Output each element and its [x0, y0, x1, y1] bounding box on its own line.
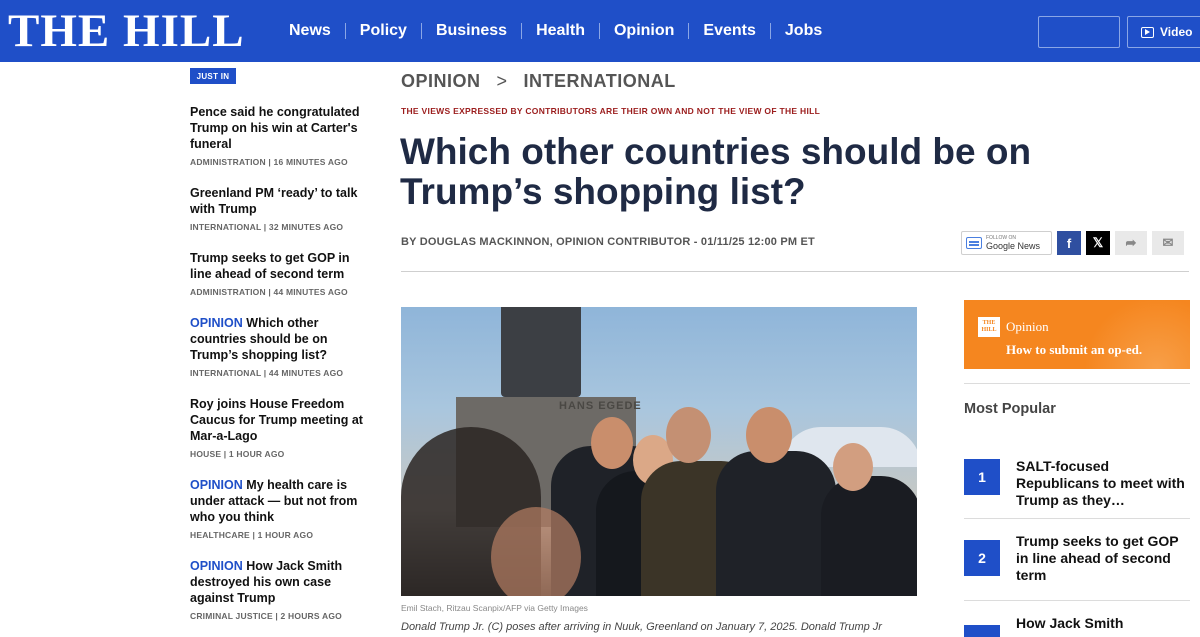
rank-badge: 2: [964, 540, 1000, 576]
breadcrumb-separator: >: [496, 71, 508, 91]
facebook-icon: f: [1066, 235, 1072, 251]
share-forward-button[interactable]: ➦: [1115, 231, 1147, 255]
just-in-meta: ADMINISTRATION | 16 MINUTES AGO: [190, 157, 348, 167]
site-logo[interactable]: THE HILL: [8, 6, 245, 56]
just-in-list: Pence said he congratulated Trump on his…: [190, 104, 370, 621]
rail-divider: [964, 383, 1190, 384]
site-header: THE HILL News Policy Business Health Opi…: [0, 0, 1200, 62]
article-photo[interactable]: HANS EGEDE: [401, 307, 917, 596]
opinion-tag: OPINION: [190, 478, 243, 492]
byline-divider: [401, 271, 1189, 272]
facebook-share-button[interactable]: f: [1057, 231, 1081, 255]
just-in-meta: HEALTHCARE | 1 HOUR AGO: [190, 530, 314, 540]
nav-opinion[interactable]: Opinion: [600, 22, 688, 40]
nav-health[interactable]: Health: [522, 22, 599, 40]
mail-icon: ✉: [1162, 235, 1174, 250]
just-in-headline[interactable]: Roy joins House Freedom Caucus for Trump…: [190, 396, 370, 444]
just-in-headline[interactable]: OPINION How Jack Smith destroyed his own…: [190, 558, 370, 606]
photo-caption: Donald Trump Jr. (C) poses after arrivin…: [401, 621, 882, 633]
just-in-headline[interactable]: Pence said he congratulated Trump on his…: [190, 104, 370, 152]
most-popular-item[interactable]: 1 SALT-focused Republicans to meet with …: [964, 458, 1190, 509]
just-in-meta: ADMINISTRATION | 44 MINUTES AGO: [190, 287, 348, 297]
most-popular-headline[interactable]: How Jack Smith: [1016, 615, 1123, 637]
x-share-button[interactable]: 𝕏: [1086, 231, 1110, 255]
rail-divider: [964, 518, 1190, 519]
just-in-headline[interactable]: Trump seeks to get GOP in line ahead of …: [190, 250, 370, 282]
most-popular-headline[interactable]: Trump seeks to get GOP in line ahead of …: [1016, 533, 1190, 584]
video-label: Video: [1160, 25, 1193, 39]
just-in-meta: INTERNATIONAL | 44 MINUTES AGO: [190, 368, 344, 378]
main-nav: News Policy Business Health Opinion Even…: [275, 0, 836, 62]
breadcrumb: OPINION > INTERNATIONAL: [401, 71, 676, 92]
most-popular-item[interactable]: 2 Trump seeks to get GOP in line ahead o…: [964, 533, 1190, 584]
statue-inscription: HANS EGEDE: [559, 400, 642, 412]
just-in-headline[interactable]: Greenland PM ‘ready’ to talk with Trump: [190, 185, 370, 217]
just-in-meta: HOUSE | 1 HOUR AGO: [190, 449, 285, 459]
most-popular-title: Most Popular: [964, 401, 1056, 417]
x-icon: 𝕏: [1092, 235, 1104, 250]
opinion-disclaimer: THE VIEWS EXPRESSED BY CONTRIBUTORS ARE …: [401, 106, 821, 116]
just-in-item[interactable]: OPINION How Jack Smith destroyed his own…: [190, 558, 370, 621]
article-byline: BY DOUGLAS MACKINNON, OPINION CONTRIBUTO…: [401, 236, 815, 248]
nav-policy[interactable]: Policy: [346, 22, 421, 40]
most-popular-item[interactable]: 3 How Jack Smith: [964, 615, 1190, 637]
just-in-item[interactable]: Pence said he congratulated Trump on his…: [190, 104, 370, 185]
just-in-badge: JUST IN: [190, 68, 236, 84]
opinion-tag: OPINION: [190, 559, 243, 573]
just-in-headline[interactable]: OPINION My health care is under attack —…: [190, 477, 370, 525]
just-in-item[interactable]: OPINION Which other countries should be …: [190, 315, 370, 396]
article-headline: Which other countries should be on Trump…: [400, 131, 1032, 212]
google-news-follow-button[interactable]: FOLLOW ON Google News: [961, 231, 1052, 255]
just-in-item[interactable]: Greenland PM ‘ready’ to talk with Trump …: [190, 185, 370, 250]
just-in-item[interactable]: Trump seeks to get GOP in line ahead of …: [190, 250, 370, 315]
nav-news[interactable]: News: [275, 22, 345, 40]
rank-badge: 3: [964, 625, 1000, 637]
just-in-meta: CRIMINAL JUSTICE | 2 HOURS AGO: [190, 611, 342, 621]
oped-link[interactable]: How to submit an op-ed.: [1006, 342, 1142, 358]
nav-business[interactable]: Business: [422, 22, 521, 40]
breadcrumb-opinion[interactable]: OPINION: [401, 71, 481, 91]
photo-credit: Emil Stach, Ritzau Scanpix/AFP via Getty…: [401, 603, 588, 613]
nav-jobs[interactable]: Jobs: [771, 22, 836, 40]
opinion-tag: OPINION: [190, 316, 243, 330]
search-box[interactable]: [1038, 16, 1120, 48]
share-bar: FOLLOW ON Google News f 𝕏 ➦ ✉: [961, 231, 1184, 255]
just-in-item[interactable]: Roy joins House Freedom Caucus for Trump…: [190, 396, 370, 477]
most-popular-headline[interactable]: SALT-focused Republicans to meet with Tr…: [1016, 458, 1190, 509]
video-button[interactable]: Video: [1127, 16, 1200, 48]
submit-oped-banner[interactable]: THE HILL Opinion How to submit an op-ed.: [964, 300, 1190, 369]
email-share-button[interactable]: ✉: [1152, 231, 1184, 255]
rail-divider: [964, 600, 1190, 601]
just-in-item[interactable]: OPINION My health care is under attack —…: [190, 477, 370, 558]
hill-mini-logo: THE HILL: [978, 317, 1000, 337]
google-news-icon: [966, 237, 982, 249]
rank-badge: 1: [964, 459, 1000, 495]
just-in-headline[interactable]: OPINION Which other countries should be …: [190, 315, 370, 363]
nav-events[interactable]: Events: [689, 22, 769, 40]
forward-arrow-icon: ➦: [1125, 235, 1137, 250]
just-in-meta: INTERNATIONAL | 32 MINUTES AGO: [190, 222, 344, 232]
video-play-icon: [1141, 26, 1154, 38]
breadcrumb-international[interactable]: INTERNATIONAL: [524, 71, 676, 91]
oped-title: Opinion: [1006, 319, 1049, 334]
